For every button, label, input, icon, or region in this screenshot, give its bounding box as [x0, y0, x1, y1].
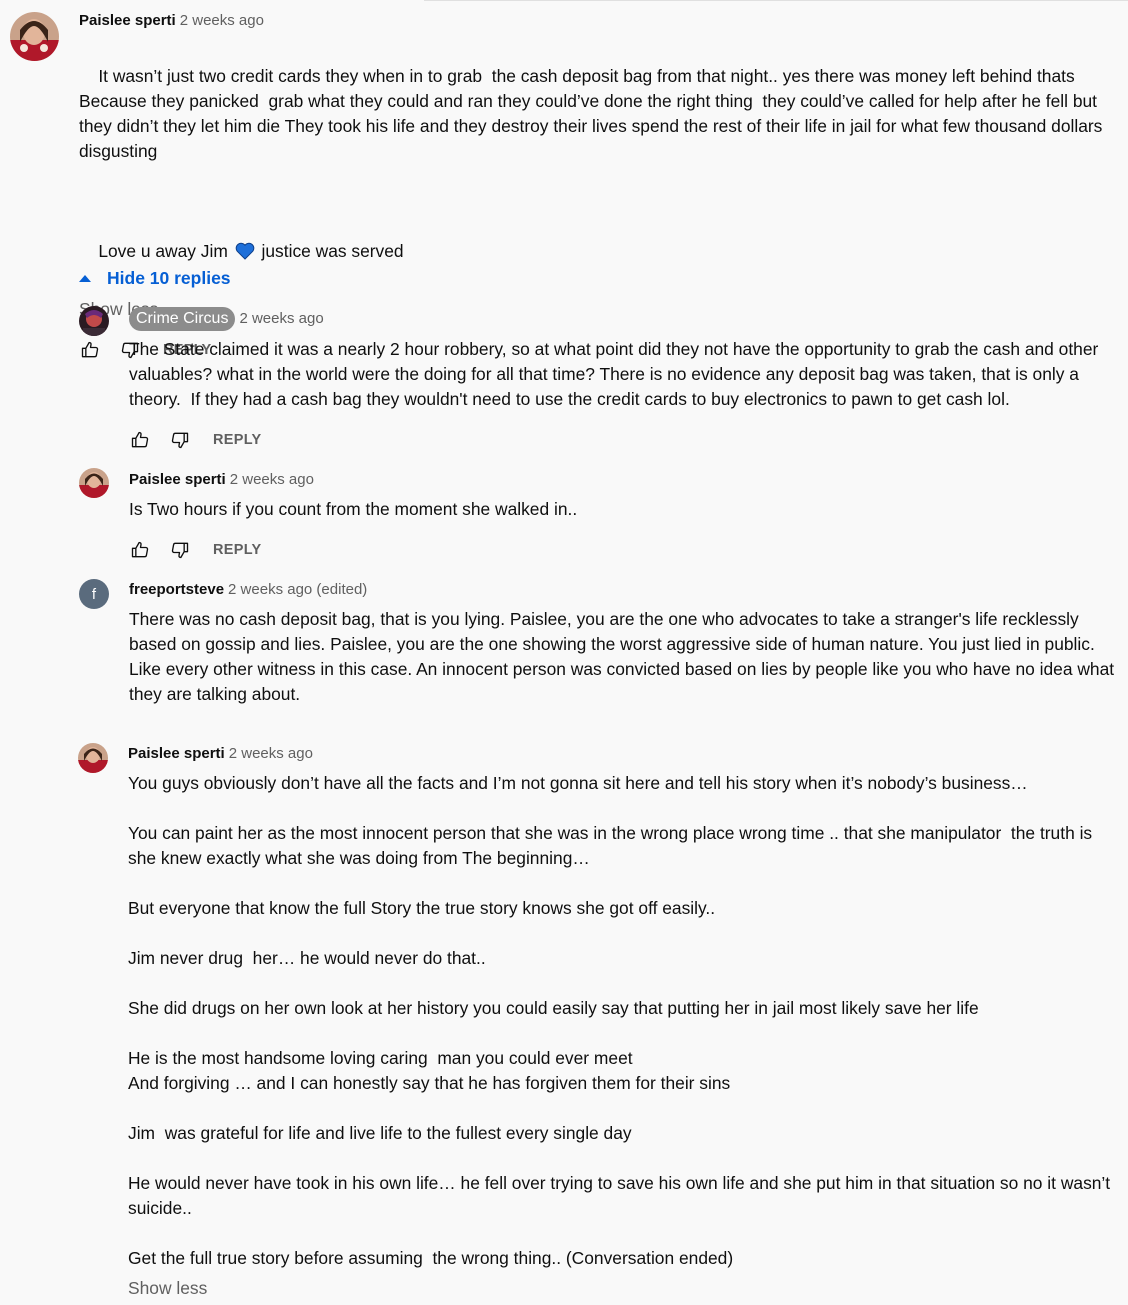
top-divider [424, 0, 1128, 1]
comment-text-love: Love u away Jim justice was served [79, 214, 1119, 292]
comment-author[interactable]: Paislee sperti [79, 12, 176, 29]
avatar[interactable] [79, 468, 109, 498]
reply-header: freeportsteve 2 weeks ago (edited) [129, 580, 1119, 600]
reply-timestamp[interactable]: 2 weeks ago (edited) [228, 581, 367, 598]
comment-text-main: It wasn’t just two credit cards they whe… [79, 66, 1108, 161]
reply-timestamp[interactable]: 2 weeks ago [230, 471, 314, 488]
thumbs-down-icon[interactable] [169, 429, 191, 451]
reply-actions: REPLY [129, 428, 1119, 452]
reply-actions: REPLY [129, 538, 1119, 562]
comment-text: It wasn’t just two credit cards they whe… [79, 39, 1119, 189]
reply-text: There was no cash deposit bag, that is y… [129, 609, 1119, 704]
reply-author[interactable]: Paislee sperti [129, 471, 226, 488]
reply-author[interactable]: freeportsteve [129, 581, 224, 598]
reply-item: Paislee sperti 2 weeks ago Is Two hours i… [129, 470, 1119, 562]
comment-timestamp[interactable]: 2 weeks ago [180, 12, 264, 29]
reply-author-chip[interactable]: Crime Circus [129, 307, 236, 331]
thumbs-up-icon[interactable] [79, 339, 101, 361]
reply-timestamp[interactable]: 2 weeks ago [239, 310, 323, 327]
comment-text-love-end: justice was served [256, 241, 404, 261]
reply-text: You guys obviously don’t have all the fa… [128, 773, 1111, 1268]
comment-text-love-start: Love u away Jim [98, 241, 233, 261]
thumbs-up-icon[interactable] [129, 539, 151, 561]
avatar-letter: f [91, 585, 97, 603]
comment-header: Paislee sperti 2 weeks ago [79, 11, 1119, 31]
reply-item: Paislee sperti 2 weeks ago You guys obvio… [128, 744, 1119, 1301]
reply-button[interactable]: REPLY [213, 432, 262, 448]
thumbs-up-icon[interactable] [129, 429, 151, 451]
avatar[interactable] [78, 743, 108, 773]
reply-button[interactable]: REPLY [213, 542, 262, 558]
reply-text: The State claimed it was a nearly 2 hour… [129, 339, 1104, 409]
reply-item: Crime Circus 2 weeks ago The State claime… [129, 306, 1119, 452]
reply-timestamp[interactable]: 2 weeks ago [229, 745, 313, 762]
reply-header: Crime Circus 2 weeks ago [129, 306, 1119, 332]
reply-author[interactable]: Paislee sperti [128, 745, 225, 762]
hide-replies-button[interactable]: Hide 10 replies [78, 268, 231, 289]
blue-heart-icon [235, 242, 255, 267]
caret-up-icon [79, 275, 91, 282]
reply-text: Is Two hours if you count from the momen… [129, 499, 578, 519]
avatar[interactable] [79, 306, 109, 336]
show-less-button[interactable]: Show less [128, 1276, 1119, 1301]
reply-header: Paislee sperti 2 weeks ago [128, 744, 1119, 764]
avatar[interactable] [10, 12, 59, 61]
hide-replies-label: Hide 10 replies [107, 268, 231, 288]
reply-header: Paislee sperti 2 weeks ago [129, 470, 1119, 490]
avatar[interactable]: f [79, 579, 109, 609]
thumbs-down-icon[interactable] [169, 539, 191, 561]
reply-item: freeportsteve 2 weeks ago (edited) There … [129, 580, 1119, 707]
